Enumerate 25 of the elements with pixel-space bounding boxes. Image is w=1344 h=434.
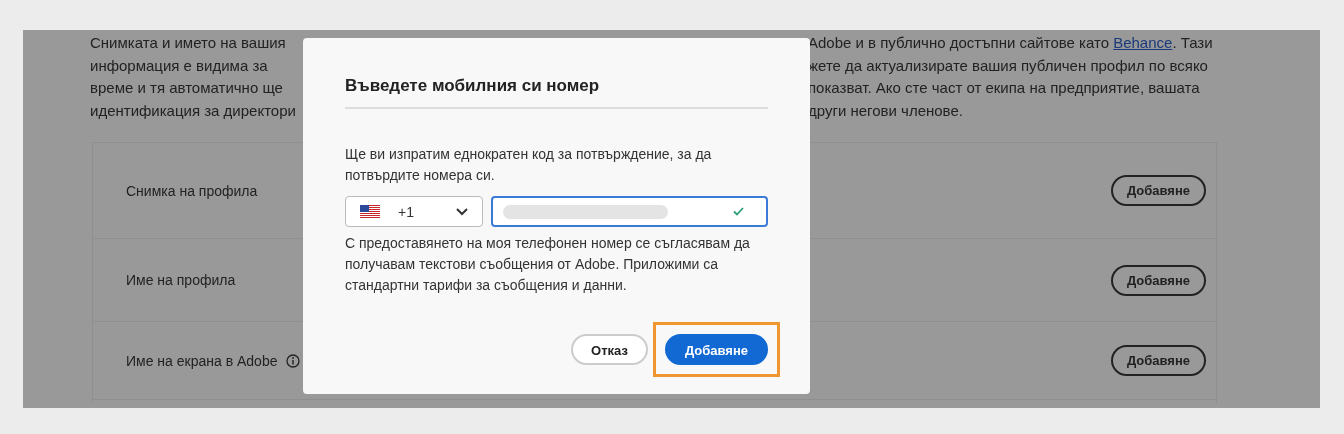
intro-text: идентификация за директори bbox=[90, 100, 297, 121]
dialog-message: Ще ви изпратим еднократен код за потвърждение, за да потвърдите номера си. bbox=[345, 145, 713, 185]
intro-text: други негови членове. bbox=[808, 100, 964, 121]
cancel-button[interactable]: Отказ bbox=[571, 334, 648, 365]
consent-text: С предоставянето на моя телефонен номер се съгласявам да получавам текстови съобщения от Adobe. Приложими са стандартни тарифи за съобщения и данни. bbox=[345, 234, 751, 295]
intro-text: Снимката и името на вашия bbox=[90, 33, 287, 53]
row-label: Снимка на профила bbox=[126, 182, 258, 199]
add-button[interactable]: Добавяне bbox=[1110, 264, 1206, 296]
info-icon[interactable] bbox=[286, 353, 301, 368]
country-code-select[interactable]: +1 bbox=[345, 196, 483, 227]
phone-field[interactable] bbox=[491, 196, 768, 227]
row-label: Име на профила bbox=[126, 272, 236, 288]
intro-text: Adobe и в публично достъпни сайтове като Behance. Тази bbox=[808, 33, 1214, 53]
dialog-title: Въведете мобилния си номер bbox=[345, 76, 601, 96]
us-flag-icon bbox=[360, 205, 380, 218]
behance-link[interactable]: Behance bbox=[1113, 34, 1173, 51]
intro-text: показват. Ако сте част от екипа на предприятие, вашата bbox=[808, 78, 1201, 98]
add-button[interactable]: Добавяне bbox=[664, 334, 768, 365]
intro-text: информация е видима за bbox=[90, 55, 269, 76]
chevron-down-icon bbox=[456, 207, 468, 216]
add-button[interactable]: Добавяне bbox=[1110, 175, 1206, 206]
row-label: Име на екрана в Adobe bbox=[126, 352, 278, 369]
checkmark-icon bbox=[733, 207, 744, 216]
intro-text: време и тя автоматично ще bbox=[90, 78, 284, 98]
add-button[interactable]: Добавяне bbox=[1110, 345, 1206, 376]
